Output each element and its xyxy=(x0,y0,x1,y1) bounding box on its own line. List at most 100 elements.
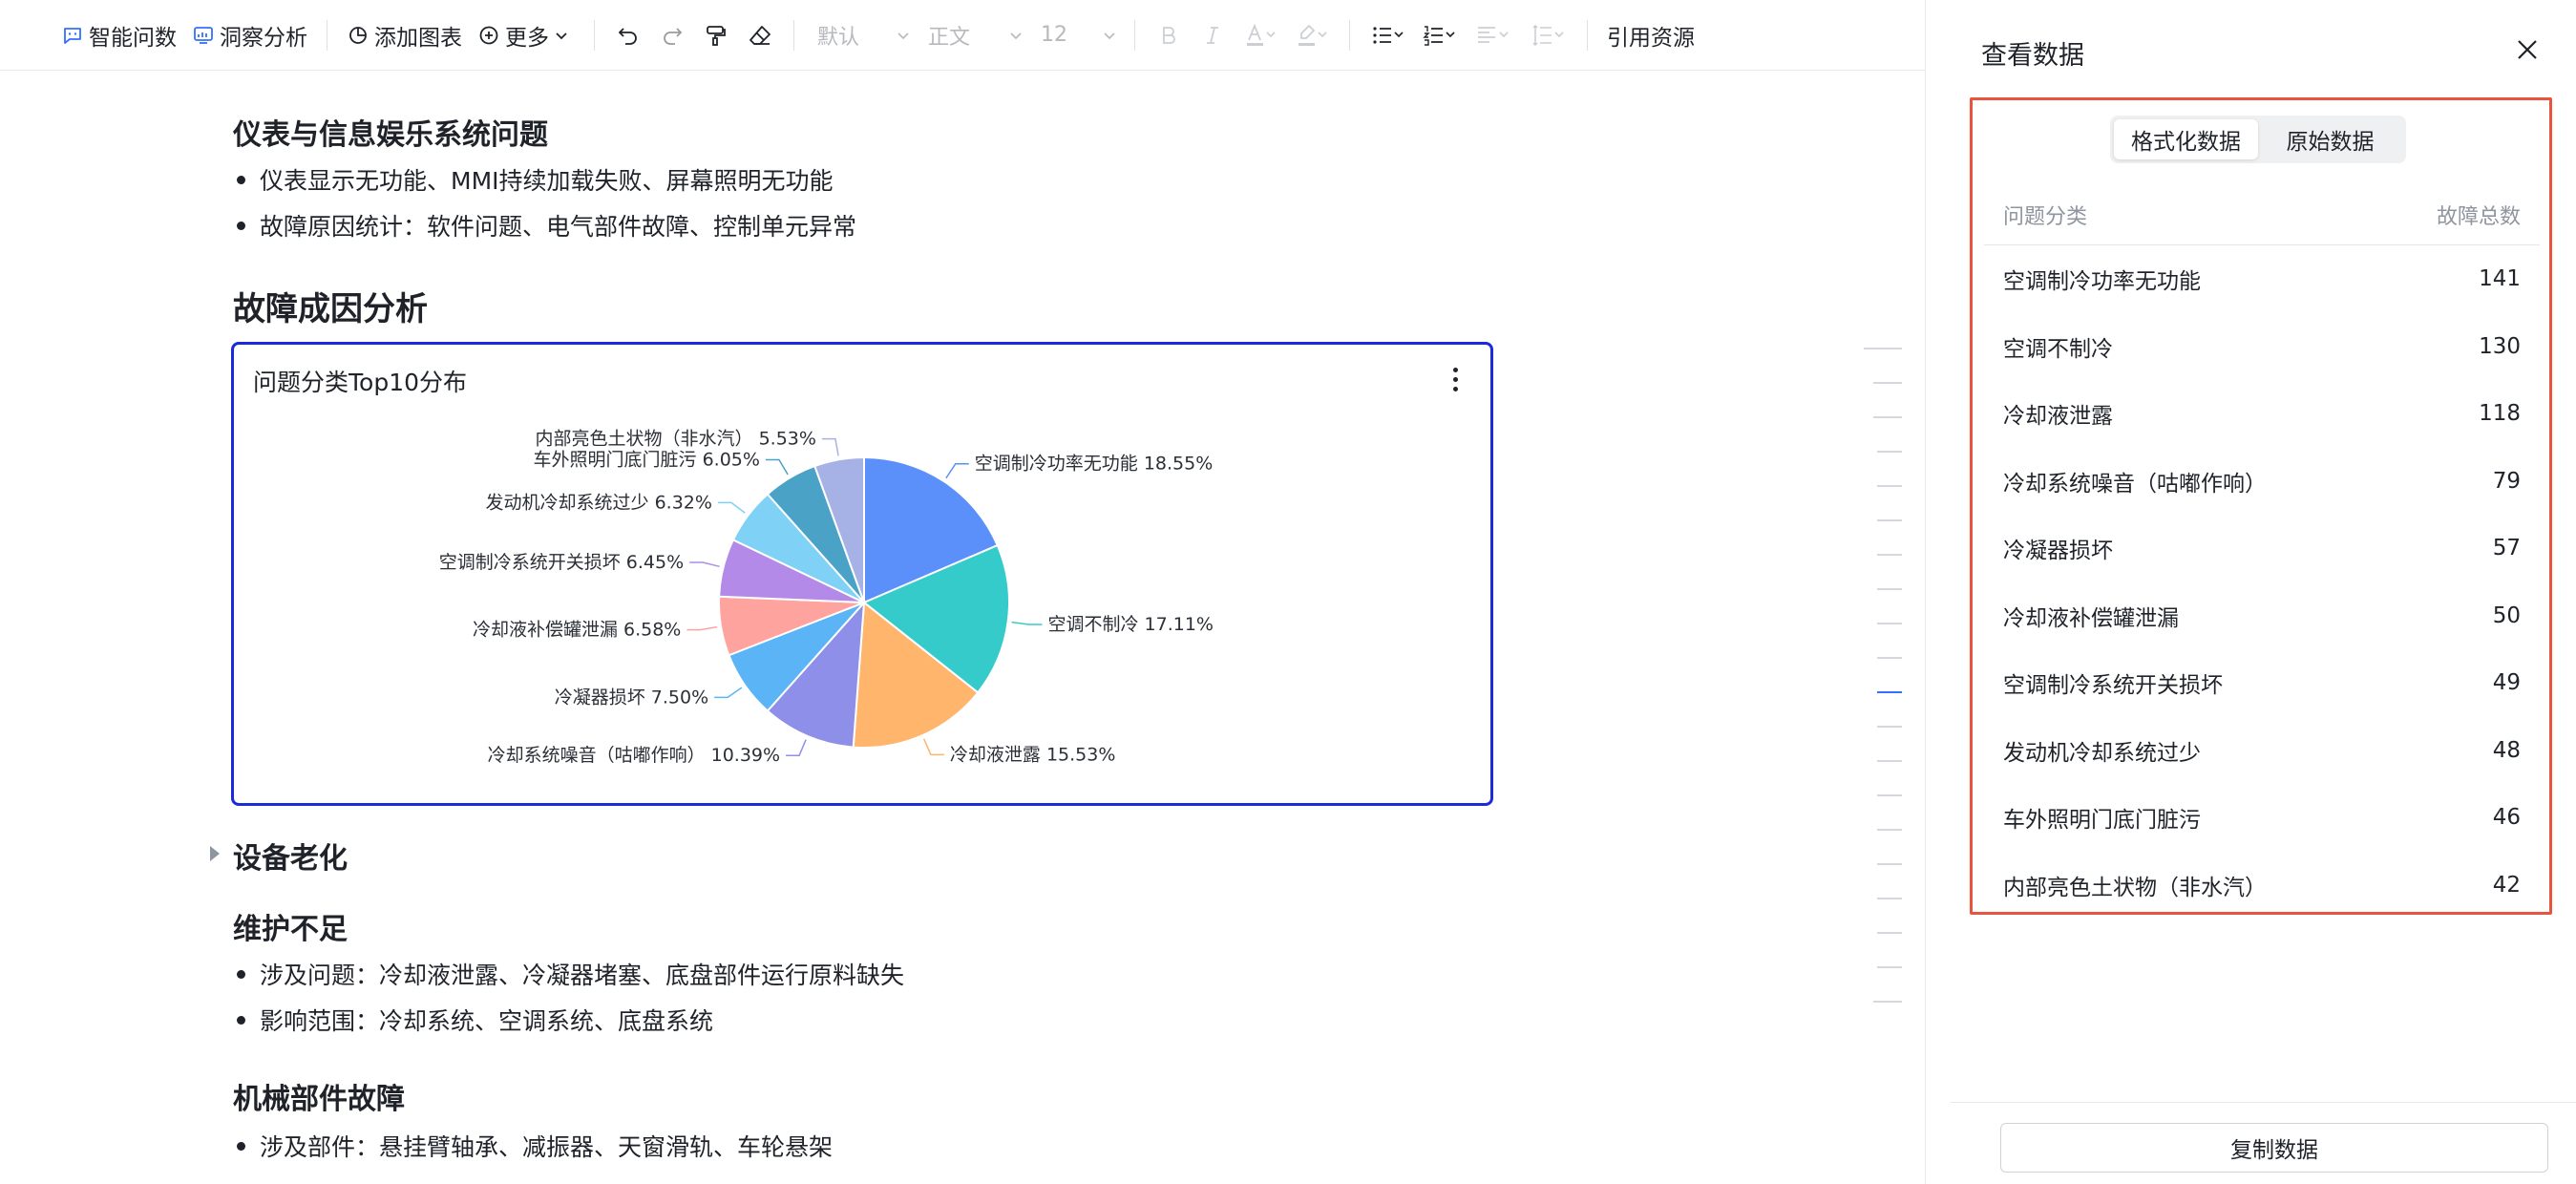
undo-button[interactable] xyxy=(606,12,650,58)
add-chart-label: 添加图表 xyxy=(374,25,462,51)
close-icon[interactable] xyxy=(2516,38,2539,61)
bullet-dot xyxy=(237,221,245,230)
font-size-select[interactable]: 12 xyxy=(1029,12,1123,58)
pie-chart-icon xyxy=(349,26,367,44)
copy-data-button[interactable]: 复制数据 xyxy=(2000,1123,2548,1173)
italic-button[interactable] xyxy=(1191,12,1235,58)
document-body[interactable]: 仪表与信息娱乐系统问题 仪表显示无功能、MMI持续加载失败、屏幕照明无功能 故障… xyxy=(0,71,1925,1184)
cell-category: 冷凝器损坏 xyxy=(2003,539,2113,564)
cell-total: 57 xyxy=(2492,536,2521,561)
outline-tick[interactable] xyxy=(1877,932,1902,934)
outline-tick[interactable] xyxy=(1877,485,1902,487)
cell-total: 50 xyxy=(2492,603,2521,628)
outline-tick[interactable] xyxy=(1877,588,1902,590)
panel-footer-divider xyxy=(1951,1102,2576,1103)
bullet-list-icon xyxy=(1373,26,1404,44)
insight-button[interactable]: 洞察分析 xyxy=(184,12,315,58)
cell-category: 内部亮色土状物（非水汽） xyxy=(2003,875,2267,900)
table-header: 问题分类 故障总数 xyxy=(1984,184,2540,245)
slice-label-name: 冷凝器损坏 xyxy=(555,687,645,708)
table-row: 车外照明门底门脏污 46 xyxy=(1984,784,2540,852)
slice-label-name: 内部亮色土状物（非水汽） xyxy=(536,429,753,450)
table-row: 冷却系统噪音（咕嘟作响） 79 xyxy=(1984,448,2540,516)
slice-label-name: 空调制冷系统开关损坏 xyxy=(439,552,621,573)
format-painter-button[interactable] xyxy=(694,12,738,58)
outline-tick[interactable] xyxy=(1877,829,1902,831)
outline-tick[interactable] xyxy=(1877,657,1902,659)
collapse-toggle-icon[interactable] xyxy=(210,846,220,861)
document-outline[interactable] xyxy=(1860,348,1902,1016)
toolbar-divider xyxy=(1587,19,1588,51)
cell-category: 空调制冷功率无功能 xyxy=(2003,269,2201,295)
list-item: 故障原因统计：软件问题、电气部件故障、控制单元异常 xyxy=(237,208,856,243)
ordered-list-button[interactable] xyxy=(1413,12,1465,58)
redo-button[interactable] xyxy=(650,12,694,58)
outline-tick[interactable] xyxy=(1877,519,1902,521)
cell-total: 79 xyxy=(2492,468,2521,494)
outline-tick[interactable] xyxy=(1877,451,1902,453)
table-row: 冷却液补偿罐泄漏 50 xyxy=(1984,582,2540,650)
align-button[interactable] xyxy=(1465,12,1520,58)
section-heading: 设备老化 xyxy=(233,842,348,876)
leader-line xyxy=(786,739,807,756)
ordered-list-icon xyxy=(1423,25,1455,46)
list-item: 涉及问题：冷却液泄露、冷凝器堵塞、底盘部件运行原料缺失 xyxy=(237,957,904,991)
line-height-icon xyxy=(1532,24,1564,46)
clear-format-button[interactable] xyxy=(738,12,782,58)
outline-tick[interactable] xyxy=(1877,794,1902,796)
section-heading: 维护不足 xyxy=(233,913,348,946)
outline-tick[interactable] xyxy=(1877,554,1902,556)
bullet-list-button[interactable] xyxy=(1362,12,1413,58)
outline-tick[interactable] xyxy=(1873,416,1902,418)
undo-icon xyxy=(618,27,637,45)
slice-label-percent: 6.05% xyxy=(703,450,760,471)
outline-tick[interactable] xyxy=(1877,623,1902,624)
outline-tick[interactable] xyxy=(1877,898,1902,899)
cell-total: 49 xyxy=(2492,670,2521,696)
more-button[interactable]: 更多 xyxy=(470,12,582,58)
slice-label-name: 冷却系统噪音（咕嘟作响） xyxy=(488,745,706,766)
bullet-dot xyxy=(237,1141,245,1151)
tab-formatted-data[interactable]: 格式化数据 xyxy=(2114,119,2258,159)
data-view-box: 格式化数据 原始数据 问题分类 故障总数 空调制冷功率无功能 141 空调不制冷 13… xyxy=(1970,97,2552,915)
outline-tick[interactable] xyxy=(1877,726,1902,728)
bold-button[interactable] xyxy=(1147,12,1191,58)
slice-label-percent: 17.11% xyxy=(1145,614,1214,635)
section-heading: 仪表与信息娱乐系统问题 xyxy=(233,118,548,152)
outline-tick[interactable] xyxy=(1864,348,1902,349)
outline-tick[interactable] xyxy=(1873,382,1902,384)
outline-tick[interactable] xyxy=(1877,691,1902,693)
slice-label: 车外照明门底门脏污 6.05% xyxy=(534,450,760,471)
leader-line xyxy=(922,738,944,756)
cell-category: 发动机冷却系统过少 xyxy=(2003,740,2201,766)
leader-line xyxy=(1011,621,1043,625)
font-color-button[interactable] xyxy=(1235,12,1286,58)
line-height-button[interactable] xyxy=(1520,12,1575,58)
bullet-dot xyxy=(237,969,245,979)
pie-chart-card[interactable]: 问题分类Top10分布 空调制冷功率无功能 18.55% 空调不制冷 17.11%… xyxy=(231,342,1493,806)
paragraph-style-select[interactable]: 正文 xyxy=(917,12,1029,58)
slice-label-name: 冷却液补偿罐泄漏 xyxy=(473,620,618,641)
font-size-value: 12 xyxy=(1041,23,1067,47)
highlight-button[interactable] xyxy=(1286,12,1338,58)
cell-total: 46 xyxy=(2492,805,2521,831)
leader-line xyxy=(945,462,969,479)
insight-label: 洞察分析 xyxy=(220,25,307,51)
editor-toolbar: 智能问数 洞察分析 添加图表 更多 默认 正文 12 引用资源 xyxy=(0,0,1925,71)
outline-tick[interactable] xyxy=(1877,966,1902,968)
outline-tick[interactable] xyxy=(1877,863,1902,865)
slice-label-percent: 6.58% xyxy=(623,620,681,641)
cite-resource-button[interactable]: 引用资源 xyxy=(1599,12,1702,58)
outline-tick[interactable] xyxy=(1877,760,1902,762)
leader-line xyxy=(686,625,718,631)
font-family-select[interactable]: 默认 xyxy=(806,12,917,58)
slice-label-percent: 15.53% xyxy=(1046,744,1115,765)
section-heading: 故障成因分析 xyxy=(233,290,428,328)
bullet-dot xyxy=(237,1015,245,1025)
slice-label: 空调制冷系统开关损坏 6.45% xyxy=(439,552,684,573)
smart-query-button[interactable]: 智能问数 xyxy=(53,12,184,58)
outline-tick[interactable] xyxy=(1873,1001,1902,1003)
more-label: 更多 xyxy=(505,25,549,51)
tab-raw-data[interactable]: 原始数据 xyxy=(2258,119,2402,159)
add-chart-button[interactable]: 添加图表 xyxy=(339,12,470,58)
